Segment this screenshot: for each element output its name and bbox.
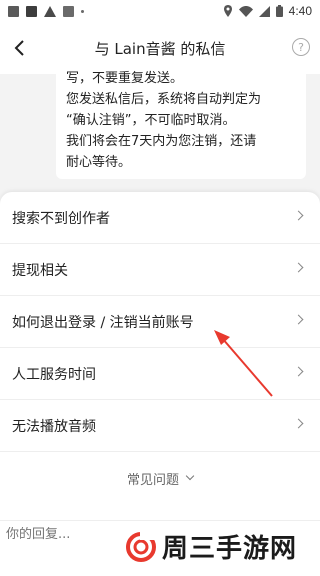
faq-item-creator-search[interactable]: 搜索不到创作者: [0, 192, 320, 244]
chevron-right-icon: [293, 418, 304, 429]
message-line: 我们将会在7天内为您注销，还请: [66, 134, 257, 149]
message-line: 耐心等待。: [66, 155, 132, 170]
page-title: 与 Lain音酱 的私信: [94, 39, 226, 58]
more-dot-icon: [81, 9, 84, 13]
status-time: 4:40: [288, 4, 312, 18]
faq-item-service-hours[interactable]: 人工服务时间: [0, 348, 320, 400]
faq-item-label: 提现相关: [12, 262, 68, 279]
faq-item-label: 人工服务时间: [12, 366, 96, 383]
app-notification-icon: [26, 5, 37, 17]
message-line: 写，不要重复发送。: [66, 71, 184, 86]
watermark-logo-icon: [126, 531, 156, 562]
chevron-left-icon: [14, 40, 24, 56]
location-icon: [223, 5, 232, 17]
app-notification-icon: [8, 5, 19, 17]
chevron-right-icon: [293, 210, 304, 221]
faq-item-logout-deactivate[interactable]: 如何退出登录 / 注销当前账号: [0, 296, 320, 348]
faq-collapse-toggle[interactable]: 常见问题: [0, 452, 320, 504]
faq-item-label: 搜索不到创作者: [12, 210, 110, 227]
watermark: 周三手游网: [126, 528, 297, 565]
cellular-signal-icon: [258, 5, 270, 17]
notification-icons: [8, 5, 84, 17]
faq-item-label: 如何退出登录 / 注销当前账号: [12, 314, 194, 331]
faq-sheet: 搜索不到创作者 提现相关 如何退出登录 / 注销当前账号 人工服务时间 无法播放…: [0, 192, 320, 520]
warning-icon: [44, 5, 56, 17]
faq-item-withdrawal[interactable]: 提现相关: [0, 244, 320, 296]
message-bubble: 写，不要重复发送。 您发送私信后，系统将自动判定为 “确认注销”，不可临时取消。…: [56, 62, 306, 179]
faq-toggle-label: 常见问题: [126, 472, 179, 488]
message-line: “确认注销”，不可临时取消。: [66, 113, 236, 128]
faq-item-label: 无法播放音频: [12, 418, 96, 435]
chevron-right-icon: [293, 366, 304, 377]
help-button[interactable]: ?: [292, 38, 310, 56]
watermark-text: 周三手游网: [162, 534, 298, 564]
chevron-right-icon: [293, 314, 304, 325]
chevron-down-icon: [185, 471, 195, 481]
help-icon: ?: [298, 40, 304, 54]
faq-item-audio-playback[interactable]: 无法播放音频: [0, 400, 320, 452]
message-line: 您发送私信后，系统将自动判定为: [66, 92, 262, 107]
wifi-icon: [238, 5, 253, 17]
battery-icon: [275, 5, 283, 17]
back-button[interactable]: [6, 34, 34, 62]
chevron-right-icon: [293, 262, 304, 273]
image-icon: [63, 5, 74, 17]
status-bar: 4:40: [0, 0, 320, 22]
